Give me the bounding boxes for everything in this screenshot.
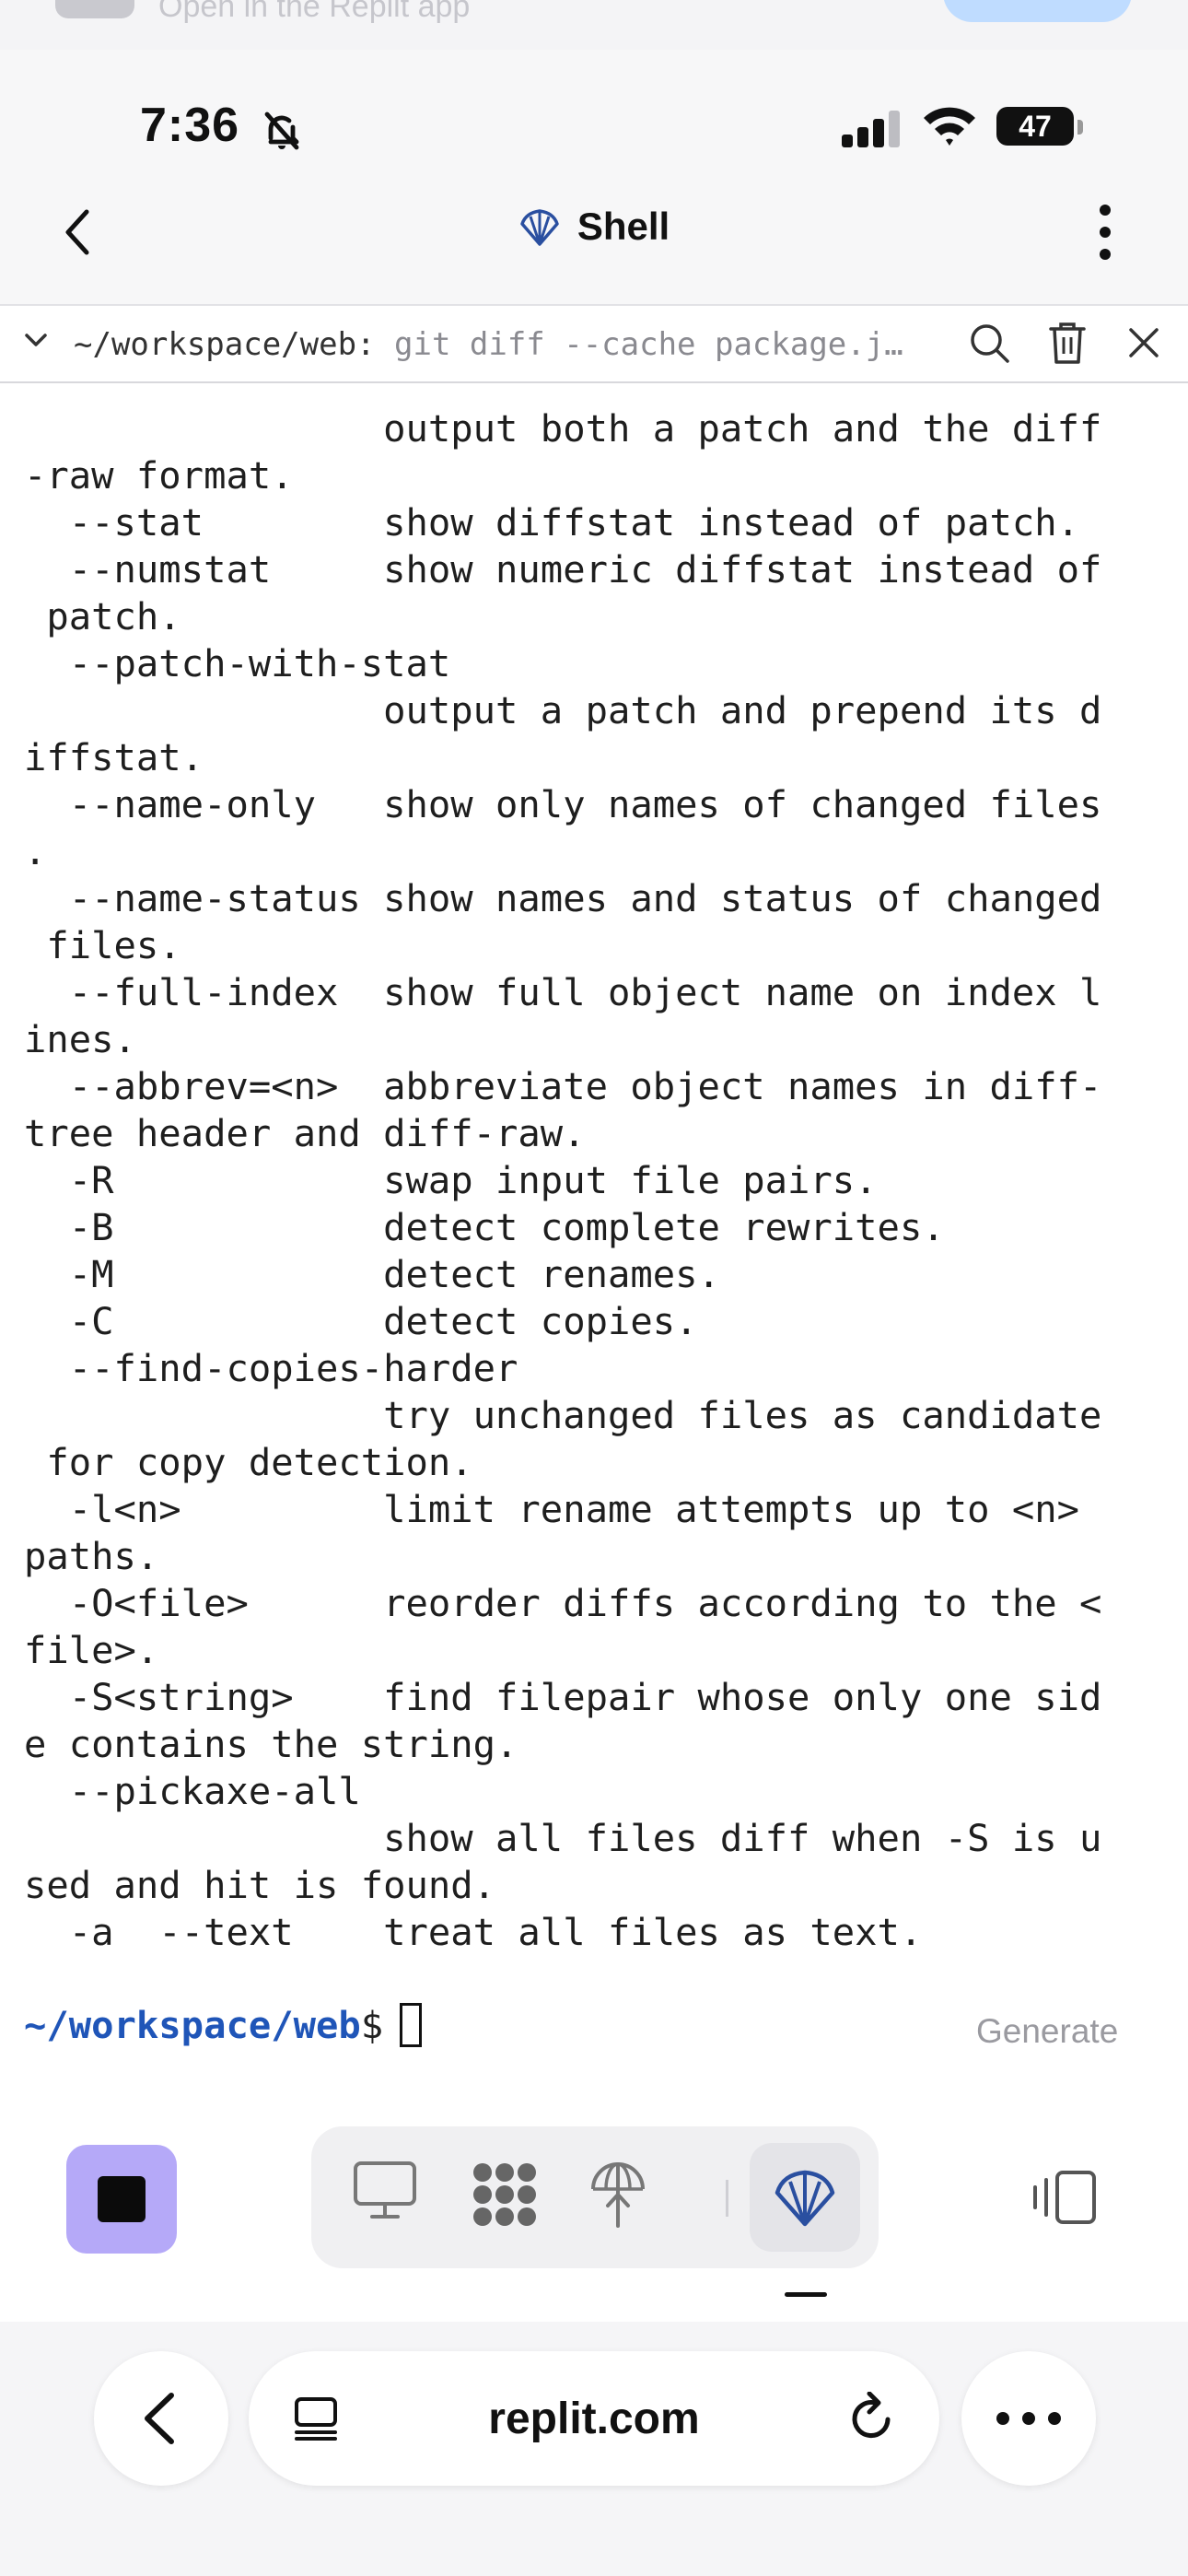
wifi-icon bbox=[924, 107, 975, 146]
terminal-line: --pickaxe-all bbox=[68, 1769, 361, 1813]
active-tab-indicator bbox=[785, 2292, 827, 2297]
terminal-line: -B detect complete rewrites. bbox=[68, 1205, 945, 1249]
terminal-line: --find-copies-harder bbox=[68, 1346, 518, 1390]
terminal-line: --full-index show full object name on in… bbox=[68, 970, 1102, 1014]
page-title: Shell bbox=[577, 205, 670, 248]
browser-back-button[interactable] bbox=[94, 2351, 228, 2486]
tool-separator bbox=[726, 2180, 728, 2217]
status-time: 7:36 bbox=[140, 99, 240, 152]
terminal-output[interactable]: output both a patch and the diff -raw fo… bbox=[24, 405, 1166, 1972]
terminal-line: --name-status show names and status of c… bbox=[68, 876, 1102, 920]
shell-tab-icon bbox=[775, 2170, 835, 2227]
browser-bar: replit.com bbox=[0, 2322, 1188, 2576]
terminal-line: -l<n> limit rename attempts up to <n> bbox=[68, 1487, 1080, 1531]
trash-icon[interactable] bbox=[1048, 321, 1087, 365]
browser-more-button[interactable] bbox=[961, 2351, 1096, 2486]
cellular-signal-icon bbox=[842, 111, 900, 147]
status-bar: 7:36 47 bbox=[0, 50, 1188, 160]
shell-tab-active[interactable] bbox=[750, 2143, 860, 2252]
terminal-line: try unchanged files as candidate bbox=[383, 1393, 1102, 1437]
shell-header: Shell bbox=[0, 160, 1188, 304]
battery-tip bbox=[1077, 120, 1083, 135]
agent-dots-icon[interactable] bbox=[470, 2160, 540, 2230]
terminal-line: file>. bbox=[24, 1628, 159, 1672]
shell-toolbar: ~/workspace/web: git diff --cache packag… bbox=[0, 304, 1188, 383]
close-icon[interactable] bbox=[1125, 324, 1162, 361]
terminal-line: show all files diff when -S is u bbox=[383, 1816, 1102, 1860]
replit-app-icon bbox=[55, 0, 134, 18]
address-bar[interactable]: replit.com bbox=[249, 2351, 939, 2486]
prompt-path: ~/workspace/web bbox=[24, 2003, 361, 2047]
terminal-line: --abbrev=<n> abbreviate object names in … bbox=[68, 1064, 1102, 1108]
shell-path: ~/workspace/web: bbox=[74, 326, 376, 363]
chevron-down-icon[interactable] bbox=[24, 332, 48, 348]
terminal-line: -S<string> find filepair whose only one … bbox=[68, 1675, 1102, 1719]
terminal-line: --numstat show numeric diffstat instead … bbox=[68, 547, 1102, 591]
stop-button[interactable] bbox=[66, 2145, 177, 2254]
terminal-line: -a --text treat all files as text. bbox=[68, 1910, 923, 1954]
battery-icon: 47 bbox=[996, 107, 1074, 146]
terminal-line: files. bbox=[46, 923, 181, 967]
terminal-line: --patch-with-stat bbox=[68, 641, 451, 685]
terminal-line: sed and hit is found. bbox=[24, 1863, 496, 1907]
bell-muted-icon bbox=[264, 111, 299, 150]
terminal-line: --name-only show only names of changed f… bbox=[68, 782, 1102, 826]
ellipsis-icon bbox=[996, 2412, 1061, 2425]
terminal-line: -M detect renames. bbox=[68, 1252, 720, 1296]
monitor-icon[interactable] bbox=[352, 2160, 418, 2220]
terminal-line: ines. bbox=[24, 1017, 136, 1061]
search-icon[interactable] bbox=[969, 322, 1011, 365]
back-arrow-icon bbox=[145, 2393, 174, 2444]
terminal-line: . bbox=[24, 829, 47, 873]
generate-button[interactable]: Generate bbox=[976, 2012, 1118, 2051]
terminal-line: --stat show diffstat instead of patch. bbox=[68, 500, 1080, 544]
terminal-line: output a patch and prepend its d bbox=[383, 688, 1102, 732]
url-text: replit.com bbox=[488, 2395, 700, 2443]
more-options-icon[interactable] bbox=[1096, 203, 1114, 262]
terminal-line: -raw format. bbox=[24, 453, 294, 498]
terminal-line: -O<file> reorder diffs according to the … bbox=[68, 1581, 1102, 1625]
terminal-line: -C detect copies. bbox=[68, 1299, 698, 1343]
terminal-line: for copy detection. bbox=[46, 1440, 473, 1484]
app-banner: Open in the Replit app bbox=[0, 0, 1188, 50]
stop-icon bbox=[98, 2176, 146, 2222]
split-view-icon[interactable] bbox=[1031, 2169, 1098, 2226]
deploy-globe-icon[interactable] bbox=[589, 2160, 646, 2230]
tool-switcher bbox=[311, 2126, 879, 2268]
terminal-line: tree header and diff-raw. bbox=[24, 1111, 586, 1155]
prompt-sign: $ bbox=[360, 2003, 384, 2047]
banner-text: Open in the Replit app bbox=[158, 0, 471, 24]
terminal-text: output both a patch and the diff -raw fo… bbox=[24, 405, 1166, 1956]
shell-command[interactable]: git diff --cache package.j… bbox=[394, 326, 938, 363]
terminal-cursor bbox=[400, 2003, 423, 2047]
terminal-line: -R swap input file pairs. bbox=[68, 1158, 878, 1202]
terminal-line: e contains the string. bbox=[24, 1722, 518, 1766]
terminal-line: output both a patch and the diff bbox=[383, 406, 1102, 451]
terminal-line: iffstat. bbox=[24, 735, 204, 779]
reload-icon[interactable] bbox=[847, 2392, 899, 2447]
shell-icon bbox=[520, 209, 559, 246]
banner-open-button[interactable] bbox=[943, 0, 1132, 22]
terminal-prompt[interactable]: ~/workspace/web $ bbox=[24, 2003, 423, 2047]
terminal-line: patch. bbox=[46, 594, 181, 638]
terminal-line: paths. bbox=[24, 1534, 159, 1578]
